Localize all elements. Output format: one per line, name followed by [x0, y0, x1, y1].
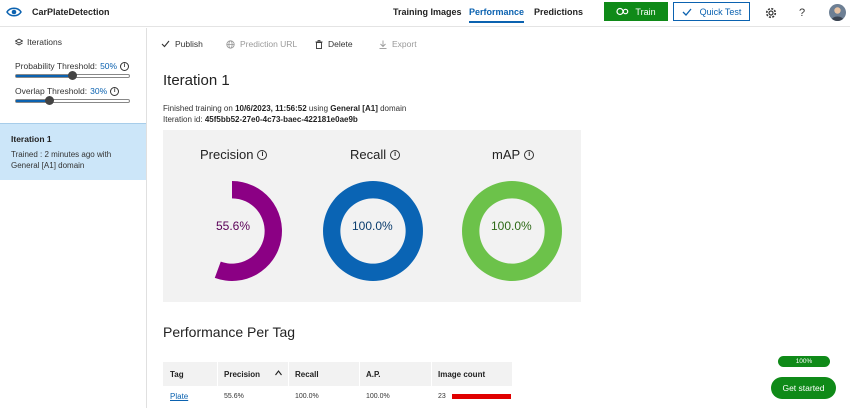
- iteration-id-label: Iteration id:: [163, 115, 203, 124]
- precision-title: Precision i: [200, 147, 268, 162]
- probability-value: 50%: [100, 61, 118, 71]
- help-icon[interactable]: ?: [795, 6, 809, 20]
- metrics-panel: Precision i Recall i mAP i 55.6% 100.0% …: [163, 130, 581, 302]
- map-title-text: mAP: [492, 147, 521, 162]
- app-title[interactable]: CarPlateDetection: [32, 7, 110, 17]
- row-image-count: 23: [438, 393, 446, 400]
- iterations-heading-label: Iterations: [27, 37, 62, 47]
- overlap-label-text: Overlap Threshold:: [15, 86, 88, 96]
- train-button[interactable]: Train: [604, 2, 668, 21]
- image-count-bar: [452, 394, 511, 399]
- precision-value-label: 55.6%: [216, 219, 251, 233]
- top-bar: CarPlateDetection Training Images Perfor…: [0, 0, 850, 27]
- column-image-count[interactable]: Image count: [438, 370, 485, 379]
- info-icon[interactable]: i: [257, 149, 268, 160]
- column-precision[interactable]: Precision: [224, 370, 260, 379]
- iteration-id-value: 45f5bb52-27e0-4c73-baec-422181e0ae9b: [204, 115, 358, 124]
- layers-icon: [15, 38, 23, 46]
- overlap-value: 30%: [90, 86, 108, 96]
- user-avatar[interactable]: [829, 4, 846, 21]
- slider-thumb[interactable]: [68, 71, 77, 80]
- overlap-threshold-label: Overlap Threshold: 30% i: [15, 86, 120, 96]
- download-icon: [379, 40, 387, 49]
- recall-value-label: 100.0%: [352, 219, 393, 233]
- column-separator: [217, 362, 218, 386]
- info-icon[interactable]: i: [120, 61, 130, 71]
- recall-title: Recall i: [350, 147, 401, 162]
- finished-domain: General [A1]: [330, 104, 378, 113]
- iteration-item-title: Iteration 1: [11, 134, 52, 144]
- check-icon: [682, 8, 692, 16]
- map-value-label: 100.0%: [491, 219, 532, 233]
- probability-label-text: Probability Threshold:: [15, 61, 98, 71]
- getting-started-progress: 100%: [778, 356, 830, 367]
- iteration-list-item[interactable]: Iteration 1 Trained : 2 minutes ago with…: [0, 123, 146, 180]
- iterations-heading: Iterations: [15, 37, 62, 47]
- probability-threshold-slider[interactable]: [15, 71, 130, 80]
- export-button[interactable]: Export: [379, 39, 417, 49]
- column-separator: [359, 362, 360, 386]
- info-icon[interactable]: i: [110, 86, 120, 96]
- row-precision: 55.6%: [224, 393, 244, 400]
- delete-button[interactable]: Delete: [315, 39, 353, 49]
- iteration-title: Iteration 1: [163, 72, 230, 89]
- per-tag-table-header: Tag Precision Recall A.P. Image count: [163, 362, 512, 386]
- tab-training-images[interactable]: Training Images: [393, 7, 462, 17]
- sort-ascending-icon[interactable]: [275, 370, 282, 376]
- quick-test-button[interactable]: Quick Test: [673, 2, 750, 21]
- train-label: Train: [635, 6, 656, 17]
- prediction-url-button[interactable]: Prediction URL: [226, 39, 297, 49]
- recall-title-text: Recall: [350, 147, 387, 162]
- sidebar: Iterations Probability Threshold: 50% i …: [0, 28, 147, 408]
- quick-test-label: Quick Test: [699, 6, 742, 17]
- publish-label: Publish: [175, 39, 203, 49]
- settings-gear-icon[interactable]: [764, 6, 778, 20]
- iteration-id-text: Iteration id: 45f5bb52-27e0-4c73-baec-42…: [163, 115, 358, 124]
- globe-icon: [226, 39, 235, 49]
- precision-title-text: Precision: [200, 147, 254, 162]
- finished-mid: using: [308, 104, 329, 113]
- slider-fill: [16, 75, 73, 77]
- iteration-item-description: Trained : 2 minutes ago with General [A1…: [11, 150, 112, 170]
- finished-prefix: Finished training on: [163, 104, 233, 113]
- column-recall[interactable]: Recall: [295, 370, 319, 379]
- check-icon: [161, 40, 170, 48]
- gears-icon: [616, 7, 629, 16]
- slider-thumb[interactable]: [45, 96, 55, 105]
- finished-suffix: domain: [380, 104, 407, 113]
- overlap-threshold-slider[interactable]: [15, 96, 130, 105]
- trash-icon: [315, 39, 323, 49]
- column-separator: [288, 362, 289, 386]
- performance-per-tag-title: Performance Per Tag: [163, 324, 296, 340]
- info-icon[interactable]: i: [524, 149, 535, 160]
- get-started-button[interactable]: Get started: [771, 377, 836, 399]
- tag-link-plate[interactable]: Plate: [170, 392, 188, 401]
- info-icon[interactable]: i: [390, 149, 401, 160]
- finished-date: 10/6/2023, 11:56:52: [235, 104, 307, 113]
- column-separator: [431, 362, 432, 386]
- delete-label: Delete: [328, 39, 353, 49]
- row-ap: 100.0%: [366, 393, 390, 400]
- export-label: Export: [392, 39, 417, 49]
- probability-threshold-label: Probability Threshold: 50% i: [15, 61, 130, 71]
- map-title: mAP i: [492, 147, 535, 162]
- prediction-url-label: Prediction URL: [240, 39, 298, 49]
- column-ap[interactable]: A.P.: [366, 370, 381, 379]
- row-recall: 100.0%: [295, 393, 319, 400]
- tab-predictions[interactable]: Predictions: [534, 7, 583, 17]
- publish-button[interactable]: Publish: [161, 39, 203, 49]
- tab-performance[interactable]: Performance: [469, 7, 525, 23]
- eye-logo-icon[interactable]: [6, 5, 22, 19]
- column-tag[interactable]: Tag: [170, 370, 184, 379]
- finished-training-text: Finished training on 10/6/2023, 11:56:52…: [163, 104, 406, 113]
